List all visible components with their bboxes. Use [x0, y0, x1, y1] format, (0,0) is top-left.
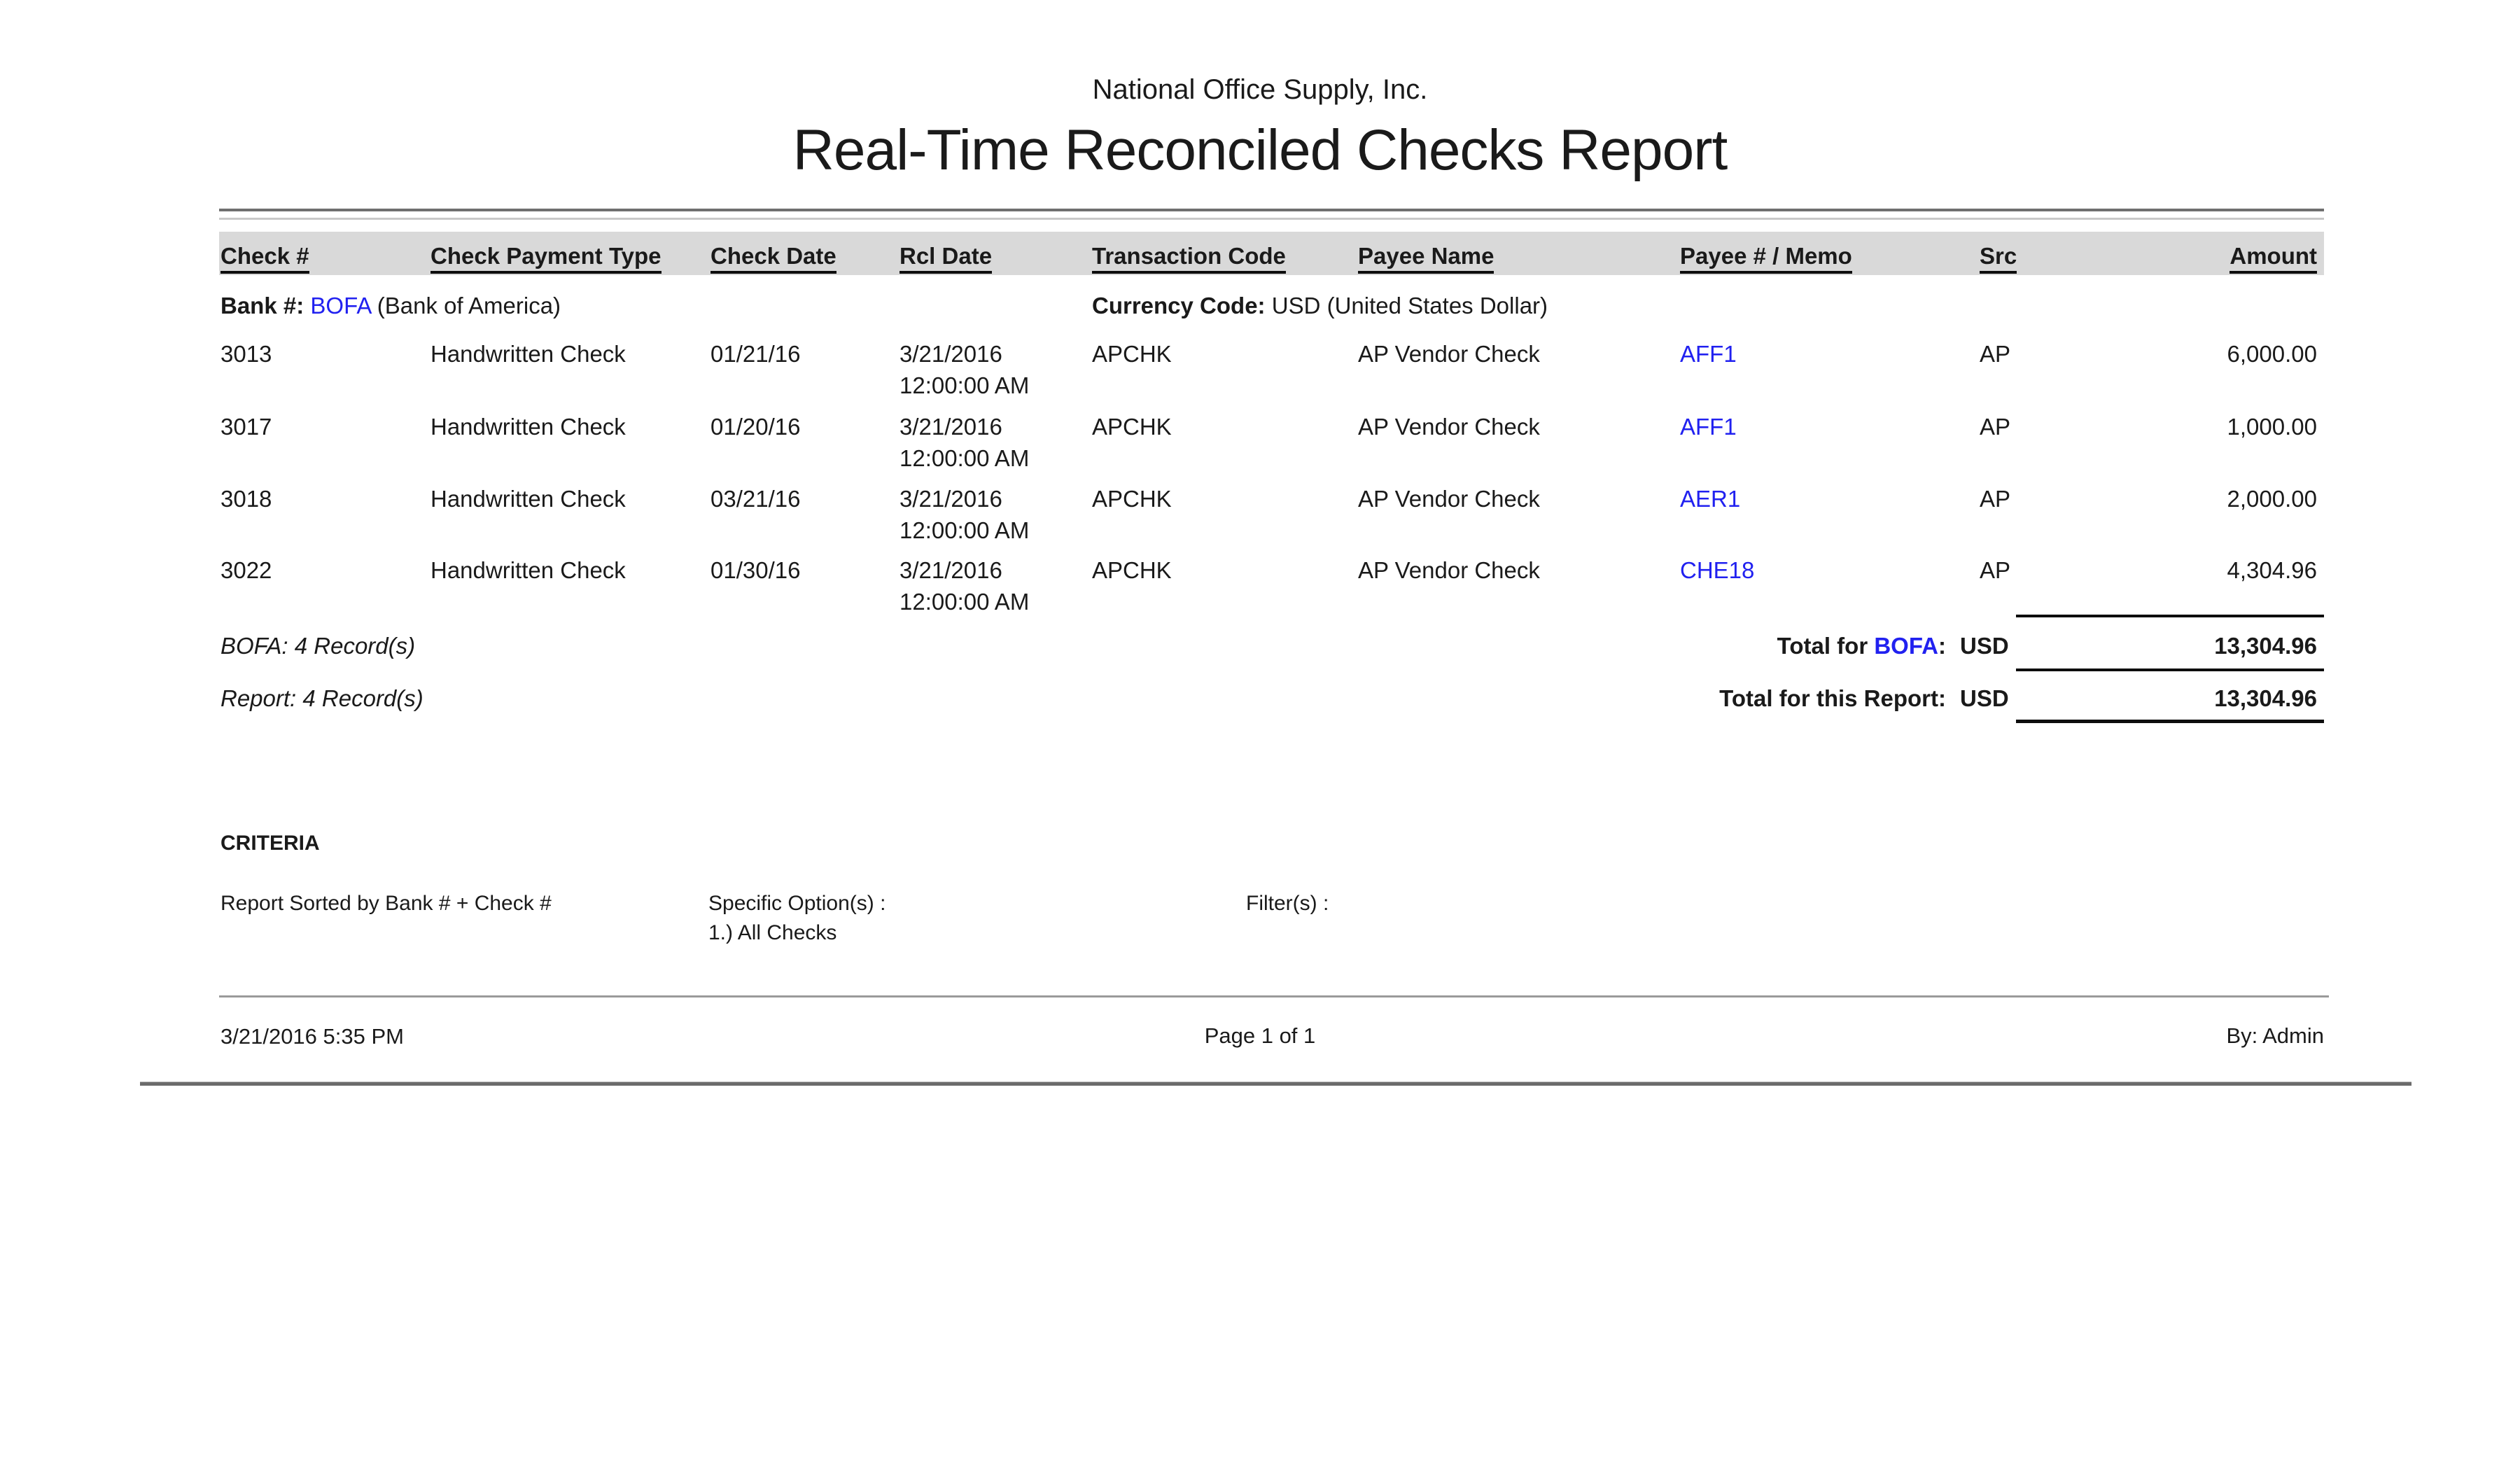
col-header-amount[interactable]: Amount [2230, 243, 2317, 274]
footer-separator [219, 995, 2329, 997]
cell-payee-name: AP Vendor Check [1358, 485, 1540, 513]
cell-rcl-time: 12:00:00 AM [899, 517, 1029, 545]
footer-generated-by: By: Admin [2226, 1023, 2324, 1049]
bank-code-link[interactable]: BOFA [310, 293, 370, 318]
bank-total-amount: 13,304.96 [2214, 632, 2317, 660]
cell-payee-name: AP Vendor Check [1358, 340, 1540, 368]
criteria-specific-options-label: Specific Option(s) : [708, 890, 886, 917]
bank-name: (Bank of America) [377, 293, 561, 318]
cell-check-no: 3018 [220, 485, 272, 513]
report-total-label: Total for this Report: [1719, 685, 1946, 713]
col-header-check-no[interactable]: Check # [220, 243, 309, 274]
col-header-rcl-date[interactable]: Rcl Date [899, 243, 992, 274]
bank-total-currency: USD [1960, 632, 2009, 660]
cell-src: AP [1980, 340, 2010, 368]
cell-payee-name: AP Vendor Check [1358, 556, 1540, 584]
cell-transaction-code: APCHK [1092, 485, 1172, 513]
report-total-amount: 13,304.96 [2214, 685, 2317, 713]
report-total-rule [2016, 668, 2324, 671]
bank-total-label: Total for BOFA: [1777, 632, 1946, 660]
report-record-count: Report: 4 Record(s) [220, 685, 424, 713]
report-total-bottom-rule [2016, 720, 2324, 723]
title-separator-dark [219, 209, 2324, 211]
bank-record-count: BOFA: 4 Record(s) [220, 632, 415, 660]
cell-rcl-time: 12:00:00 AM [899, 372, 1029, 400]
company-name: National Office Supply, Inc. [0, 74, 2520, 106]
cell-payment-type: Handwritten Check [430, 413, 626, 441]
cell-amount: 2,000.00 [2227, 485, 2317, 513]
cell-transaction-code: APCHK [1092, 340, 1172, 368]
cell-src: AP [1980, 413, 2010, 441]
cell-rcl-date: 3/21/2016 [899, 485, 1002, 513]
cell-payee-memo-link[interactable]: AFF1 [1680, 340, 1737, 368]
bank-total-rule [2016, 615, 2324, 617]
cell-check-date: 01/30/16 [710, 556, 800, 584]
report-title: Real-Time Reconciled Checks Report [0, 118, 2520, 183]
cell-src: AP [1980, 485, 2010, 513]
title-separator-light [219, 218, 2324, 220]
col-header-payee-name[interactable]: Payee Name [1358, 243, 1494, 274]
bank-label: Bank #: [220, 293, 304, 318]
report-page: National Office Supply, Inc. Real-Time R… [0, 0, 2520, 1470]
bank-total-bank-link[interactable]: BOFA [1874, 633, 1938, 659]
cell-src: AP [1980, 556, 2010, 584]
currency-label: Currency Code: [1092, 293, 1266, 318]
cell-rcl-date: 3/21/2016 [899, 340, 1002, 368]
cell-check-no: 3017 [220, 413, 272, 441]
cell-amount: 1,000.00 [2227, 413, 2317, 441]
currency-line: Currency Code: USD (United States Dollar… [1092, 292, 1548, 320]
cell-check-date: 01/21/16 [710, 340, 800, 368]
col-header-transaction-code[interactable]: Transaction Code [1092, 243, 1286, 274]
cell-check-date: 03/21/16 [710, 485, 800, 513]
col-header-payment-type[interactable]: Check Payment Type [430, 243, 662, 274]
cell-payment-type: Handwritten Check [430, 556, 626, 584]
cell-transaction-code: APCHK [1092, 556, 1172, 584]
cell-transaction-code: APCHK [1092, 413, 1172, 441]
page-bottom-rule [140, 1082, 2412, 1086]
cell-payment-type: Handwritten Check [430, 340, 626, 368]
report-total-currency: USD [1960, 685, 2009, 713]
cell-rcl-date: 3/21/2016 [899, 413, 1002, 441]
cell-payee-memo-link[interactable]: AER1 [1680, 485, 1740, 513]
bank-line: Bank #: BOFA (Bank of America) [220, 292, 561, 320]
cell-rcl-time: 12:00:00 AM [899, 588, 1029, 616]
footer-page-number: Page 1 of 1 [0, 1023, 2520, 1049]
cell-payee-memo-link[interactable]: AFF1 [1680, 413, 1737, 441]
cell-amount: 4,304.96 [2227, 556, 2317, 584]
criteria-filters-label: Filter(s) : [1246, 890, 1329, 917]
cell-payment-type: Handwritten Check [430, 485, 626, 513]
col-header-src[interactable]: Src [1980, 243, 2017, 274]
col-header-payee-memo[interactable]: Payee # / Memo [1680, 243, 1852, 274]
cell-check-date: 01/20/16 [710, 413, 800, 441]
col-header-check-date[interactable]: Check Date [710, 243, 836, 274]
criteria-specific-options-value: 1.) All Checks [708, 920, 836, 946]
cell-rcl-time: 12:00:00 AM [899, 444, 1029, 472]
cell-check-no: 3022 [220, 556, 272, 584]
cell-payee-name: AP Vendor Check [1358, 413, 1540, 441]
criteria-heading: CRITERIA [220, 830, 320, 857]
currency-value: USD (United States Dollar) [1272, 293, 1548, 318]
cell-check-no: 3013 [220, 340, 272, 368]
cell-payee-memo-link[interactable]: CHE18 [1680, 556, 1754, 584]
cell-rcl-date: 3/21/2016 [899, 556, 1002, 584]
cell-amount: 6,000.00 [2227, 340, 2317, 368]
criteria-sorted-by: Report Sorted by Bank # + Check # [220, 890, 552, 917]
